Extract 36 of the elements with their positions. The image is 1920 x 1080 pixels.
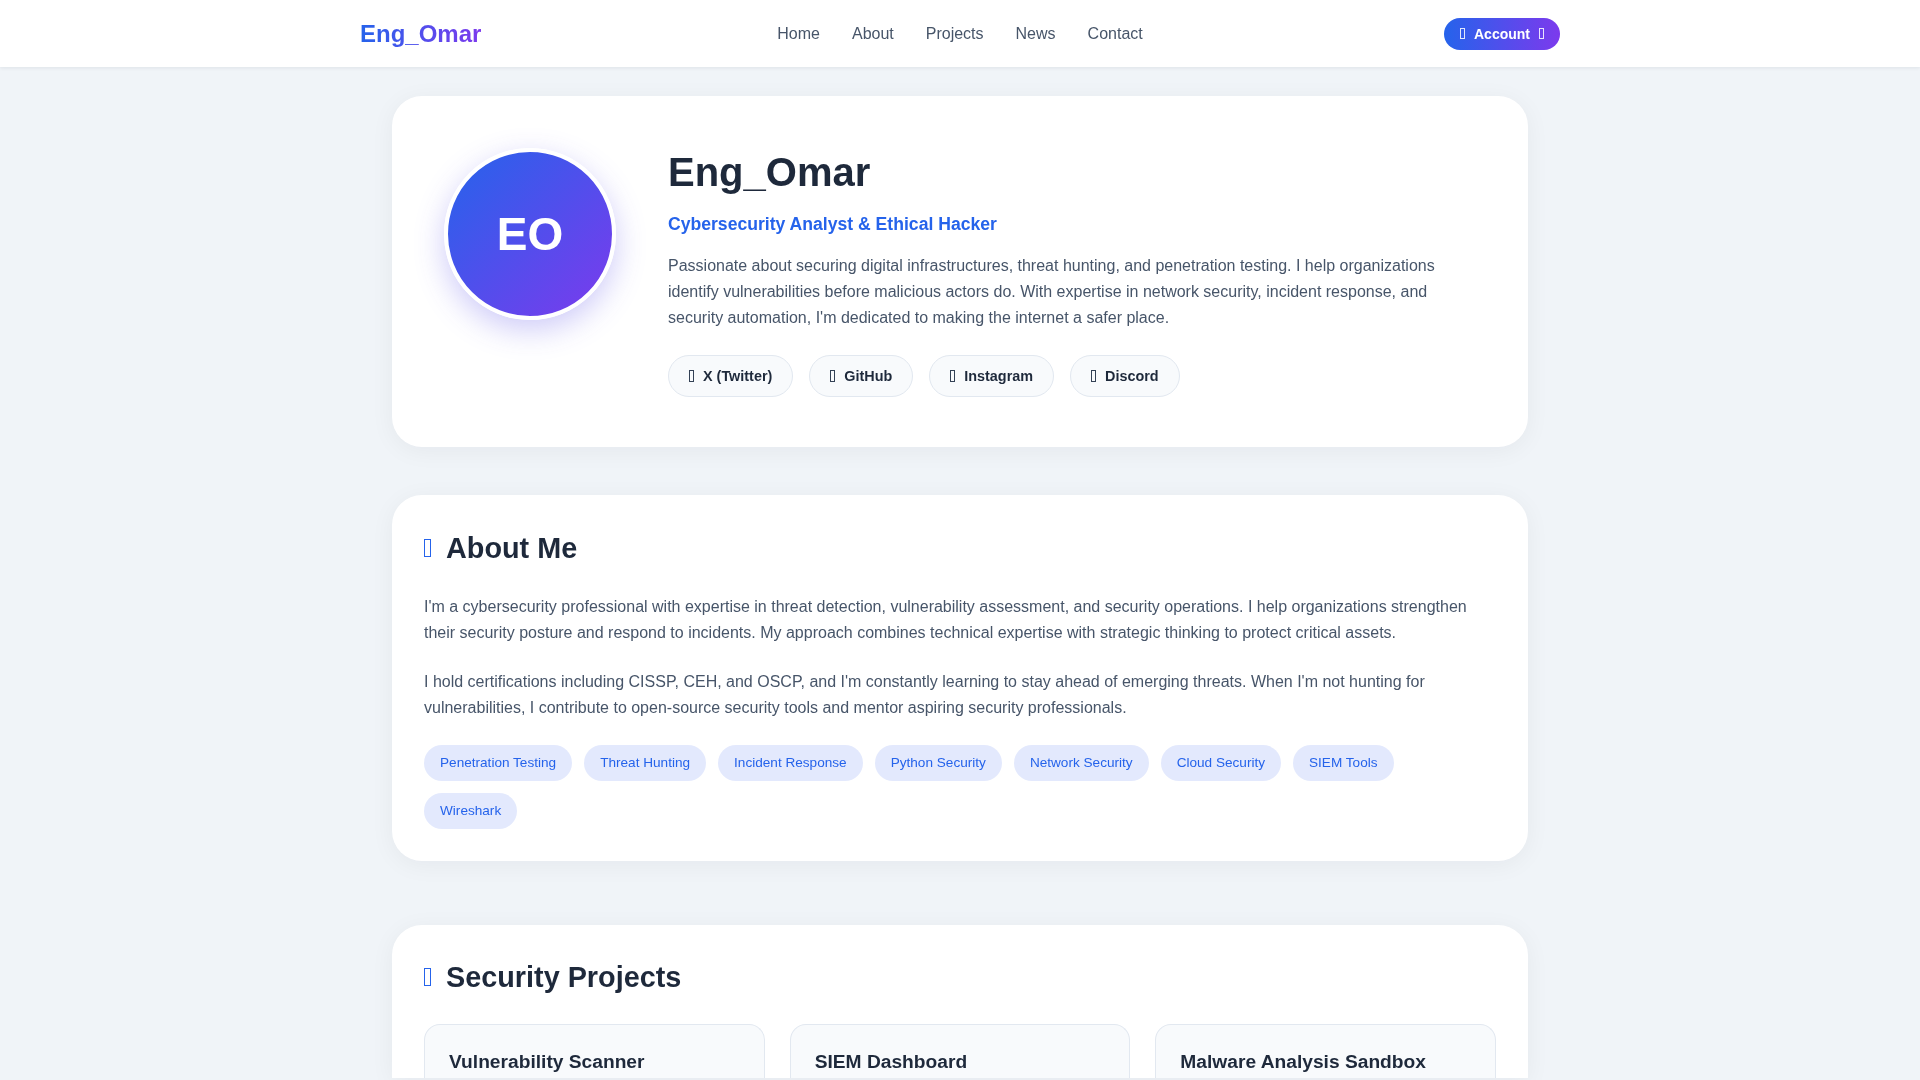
glyph-box-icon — [1091, 370, 1097, 382]
nav-link[interactable]: About — [851, 23, 894, 44]
glyph-box-icon — [1460, 28, 1465, 39]
skill-tag: Wireshark — [424, 792, 518, 829]
project-title: Vulnerability Scanner — [449, 1050, 646, 1074]
skill-tag: SIEM Tools — [1293, 744, 1394, 781]
skill-tag: Network Security — [1013, 744, 1149, 781]
glyph-box-icon — [830, 370, 836, 382]
skill-tag: Cloud Security — [1160, 744, 1282, 781]
glyph-box-icon — [424, 539, 431, 558]
skill-tag: Penetration Testing — [424, 744, 573, 781]
account-button[interactable]: Account — [1444, 17, 1560, 50]
section-heading: Security Projects — [446, 959, 682, 995]
profile-bio: Passionate about securing digital infrastructures, threat hunting, and penetration testing. I help organizations identify vulnerabilities before malicious actors do. With expertise in network security, incident response, and security automation, I'm dedicated to making the internet a safer place. — [668, 256, 1436, 328]
nav-link[interactable]: Projects — [925, 23, 984, 44]
about-paragraph: I'm a cybersecurity professional with expertise in threat detection, vulnerability assessment, and security operations. I help organizations strengthen their security posture and respond to incidents. My approach combines technical expertise with strategic thinking to protect critical assets. — [424, 596, 1468, 643]
social-link[interactable]: Instagram — [929, 355, 1055, 397]
profile-title: Cybersecurity Analyst & Ethical Hacker — [668, 213, 998, 236]
skill-tag: Python Security — [874, 744, 1002, 781]
section-heading: About Me — [446, 531, 578, 566]
glyph-box-icon — [950, 370, 956, 382]
profile-name: Eng_Omar — [668, 149, 872, 196]
social-link[interactable]: X (Twitter) — [668, 355, 794, 397]
nav-link[interactable]: Home — [777, 23, 820, 44]
nav-link[interactable]: Contact — [1087, 23, 1143, 44]
project-title: SIEM Dashboard — [814, 1050, 969, 1074]
social-link[interactable]: Discord — [1070, 355, 1180, 397]
skill-tag: Threat Hunting — [584, 744, 707, 781]
glyph-box-icon — [689, 370, 694, 382]
project-title: Malware Analysis Sandbox — [1180, 1050, 1427, 1074]
social-link[interactable]: GitHub — [809, 355, 914, 397]
about-paragraph: I hold certifications including CISSP, CEH, and OSCP, and I'm constantly learning to stay ahead of emerging threats. When I'm not hunting for vulnerabilities, I contribute to open-source security tools and mentor aspiring security professionals. — [424, 671, 1426, 718]
skill-tag: Incident Response — [718, 744, 863, 781]
glyph-box-icon — [424, 967, 431, 986]
nav-link[interactable]: News — [1015, 23, 1056, 44]
glyph-box-icon — [1539, 28, 1544, 39]
